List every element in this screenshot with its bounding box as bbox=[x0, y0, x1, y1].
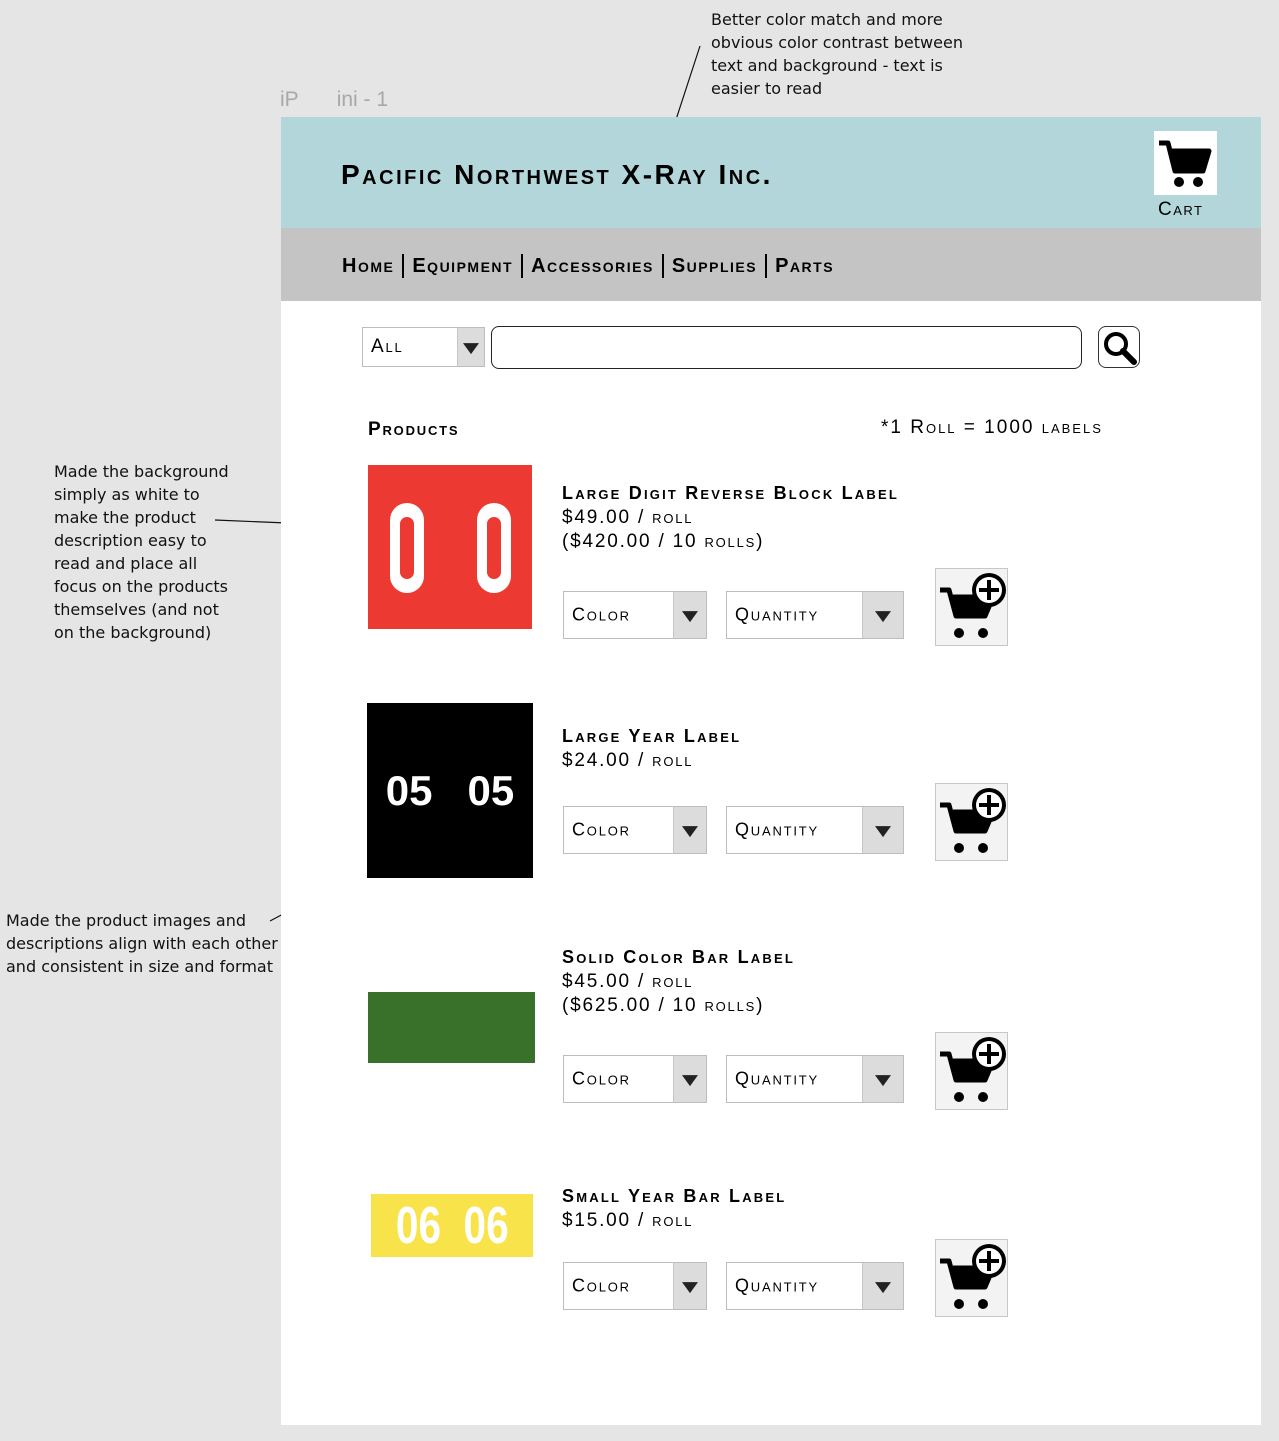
quantity-select-label: Quantity bbox=[735, 1275, 820, 1296]
nav-item-equipment[interactable]: Equipment bbox=[412, 255, 513, 278]
triangle-down-icon bbox=[862, 807, 903, 853]
product-price: $15.00 / roll bbox=[562, 1210, 694, 1231]
product-bulk-price: ($420.00 / 10 rolls) bbox=[562, 531, 765, 552]
add-to-cart-button[interactable] bbox=[935, 783, 1008, 861]
color-select-label: Color bbox=[572, 819, 631, 840]
header: Pacific Northwest X-Ray Inc. Cart bbox=[281, 117, 1261, 228]
product-image-text: 06 06 bbox=[395, 1196, 509, 1255]
color-select[interactable]: Color bbox=[563, 1262, 707, 1310]
nav-item-parts[interactable]: Parts bbox=[775, 255, 834, 278]
triangle-down-icon bbox=[673, 1263, 706, 1309]
color-select-label: Color bbox=[572, 604, 631, 625]
color-select-label: Color bbox=[572, 1275, 631, 1296]
add-to-cart-icon bbox=[940, 788, 1006, 853]
triangle-down-icon bbox=[673, 807, 706, 853]
quantity-select-label: Quantity bbox=[735, 604, 820, 625]
triangle-down-icon bbox=[862, 1263, 903, 1309]
app-screen: Pacific Northwest X-Ray Inc. Cart Home E… bbox=[281, 117, 1261, 1425]
artboard-label-b: ini - 1 bbox=[336, 88, 389, 111]
add-to-cart-icon bbox=[940, 573, 1006, 638]
search-input[interactable] bbox=[491, 326, 1082, 369]
nav-item-accessories[interactable]: Accessories bbox=[531, 255, 654, 278]
triangle-down-icon bbox=[862, 592, 903, 638]
add-to-cart-icon bbox=[940, 1037, 1006, 1102]
nav-item-supplies[interactable]: Supplies bbox=[672, 255, 757, 278]
artboard-label: iP ini - 1 bbox=[280, 88, 426, 112]
quantity-select[interactable]: Quantity bbox=[726, 591, 904, 639]
triangle-down-icon bbox=[862, 1056, 903, 1102]
category-select[interactable]: All bbox=[362, 327, 485, 367]
cart-button[interactable] bbox=[1154, 131, 1217, 195]
roll-note: *1 Roll = 1000 labels bbox=[881, 417, 1103, 438]
product-price: $45.00 / roll bbox=[562, 971, 694, 992]
nav-divider bbox=[402, 254, 405, 278]
color-select[interactable]: Color bbox=[563, 1055, 707, 1103]
nav-divider bbox=[661, 254, 664, 278]
product-image[interactable]: 06 06 bbox=[371, 1194, 533, 1257]
brand-title[interactable]: Pacific Northwest X-Ray Inc. bbox=[341, 159, 773, 191]
product-image-text: 05 05 bbox=[385, 766, 515, 814]
nav-item-home[interactable]: Home bbox=[342, 255, 394, 278]
quantity-select-label: Quantity bbox=[735, 819, 820, 840]
add-to-cart-button[interactable] bbox=[935, 1032, 1008, 1110]
triangle-down-icon bbox=[673, 592, 706, 638]
nav-divider bbox=[765, 254, 768, 278]
product-name[interactable]: Large Year Label bbox=[562, 726, 741, 747]
nav-divider bbox=[521, 254, 524, 278]
add-to-cart-button[interactable] bbox=[935, 568, 1008, 646]
color-select-label: Color bbox=[572, 1068, 631, 1089]
product-name[interactable]: Large Digit Reverse Block Label bbox=[562, 483, 899, 504]
artboard-label-a: iP bbox=[280, 88, 299, 111]
product-price: $49.00 / roll bbox=[562, 507, 694, 528]
search-button[interactable] bbox=[1098, 326, 1140, 368]
product-price: $24.00 / roll bbox=[562, 750, 694, 771]
add-to-cart-button[interactable] bbox=[935, 1239, 1008, 1317]
category-select-value: All bbox=[371, 336, 404, 357]
product-name[interactable]: Solid Color Bar Label bbox=[562, 947, 795, 968]
products-heading: Products bbox=[368, 419, 460, 440]
quantity-select[interactable]: Quantity bbox=[726, 1055, 904, 1103]
product-image[interactable]: 05 05 bbox=[367, 703, 533, 878]
triangle-down-icon bbox=[673, 1056, 706, 1102]
digit-label-graphic bbox=[390, 503, 511, 593]
add-to-cart-icon bbox=[940, 1244, 1006, 1309]
main-nav: Home Equipment Accessories Supplies Part… bbox=[342, 254, 834, 278]
product-name[interactable]: Small Year Bar Label bbox=[562, 1186, 786, 1207]
quantity-select[interactable]: Quantity bbox=[726, 1262, 904, 1310]
quantity-select[interactable]: Quantity bbox=[726, 806, 904, 854]
quantity-select-label: Quantity bbox=[735, 1068, 820, 1089]
product-image[interactable] bbox=[368, 992, 535, 1063]
color-select[interactable]: Color bbox=[563, 591, 707, 639]
nav-bar: Home Equipment Accessories Supplies Part… bbox=[281, 228, 1261, 301]
cart-icon bbox=[1159, 140, 1212, 187]
product-bulk-price: ($625.00 / 10 rolls) bbox=[562, 995, 765, 1016]
magnifier-icon bbox=[1104, 332, 1137, 365]
product-image[interactable] bbox=[368, 465, 532, 629]
color-select[interactable]: Color bbox=[563, 806, 707, 854]
cart-label[interactable]: Cart bbox=[1158, 199, 1204, 221]
triangle-down-icon bbox=[457, 328, 484, 366]
